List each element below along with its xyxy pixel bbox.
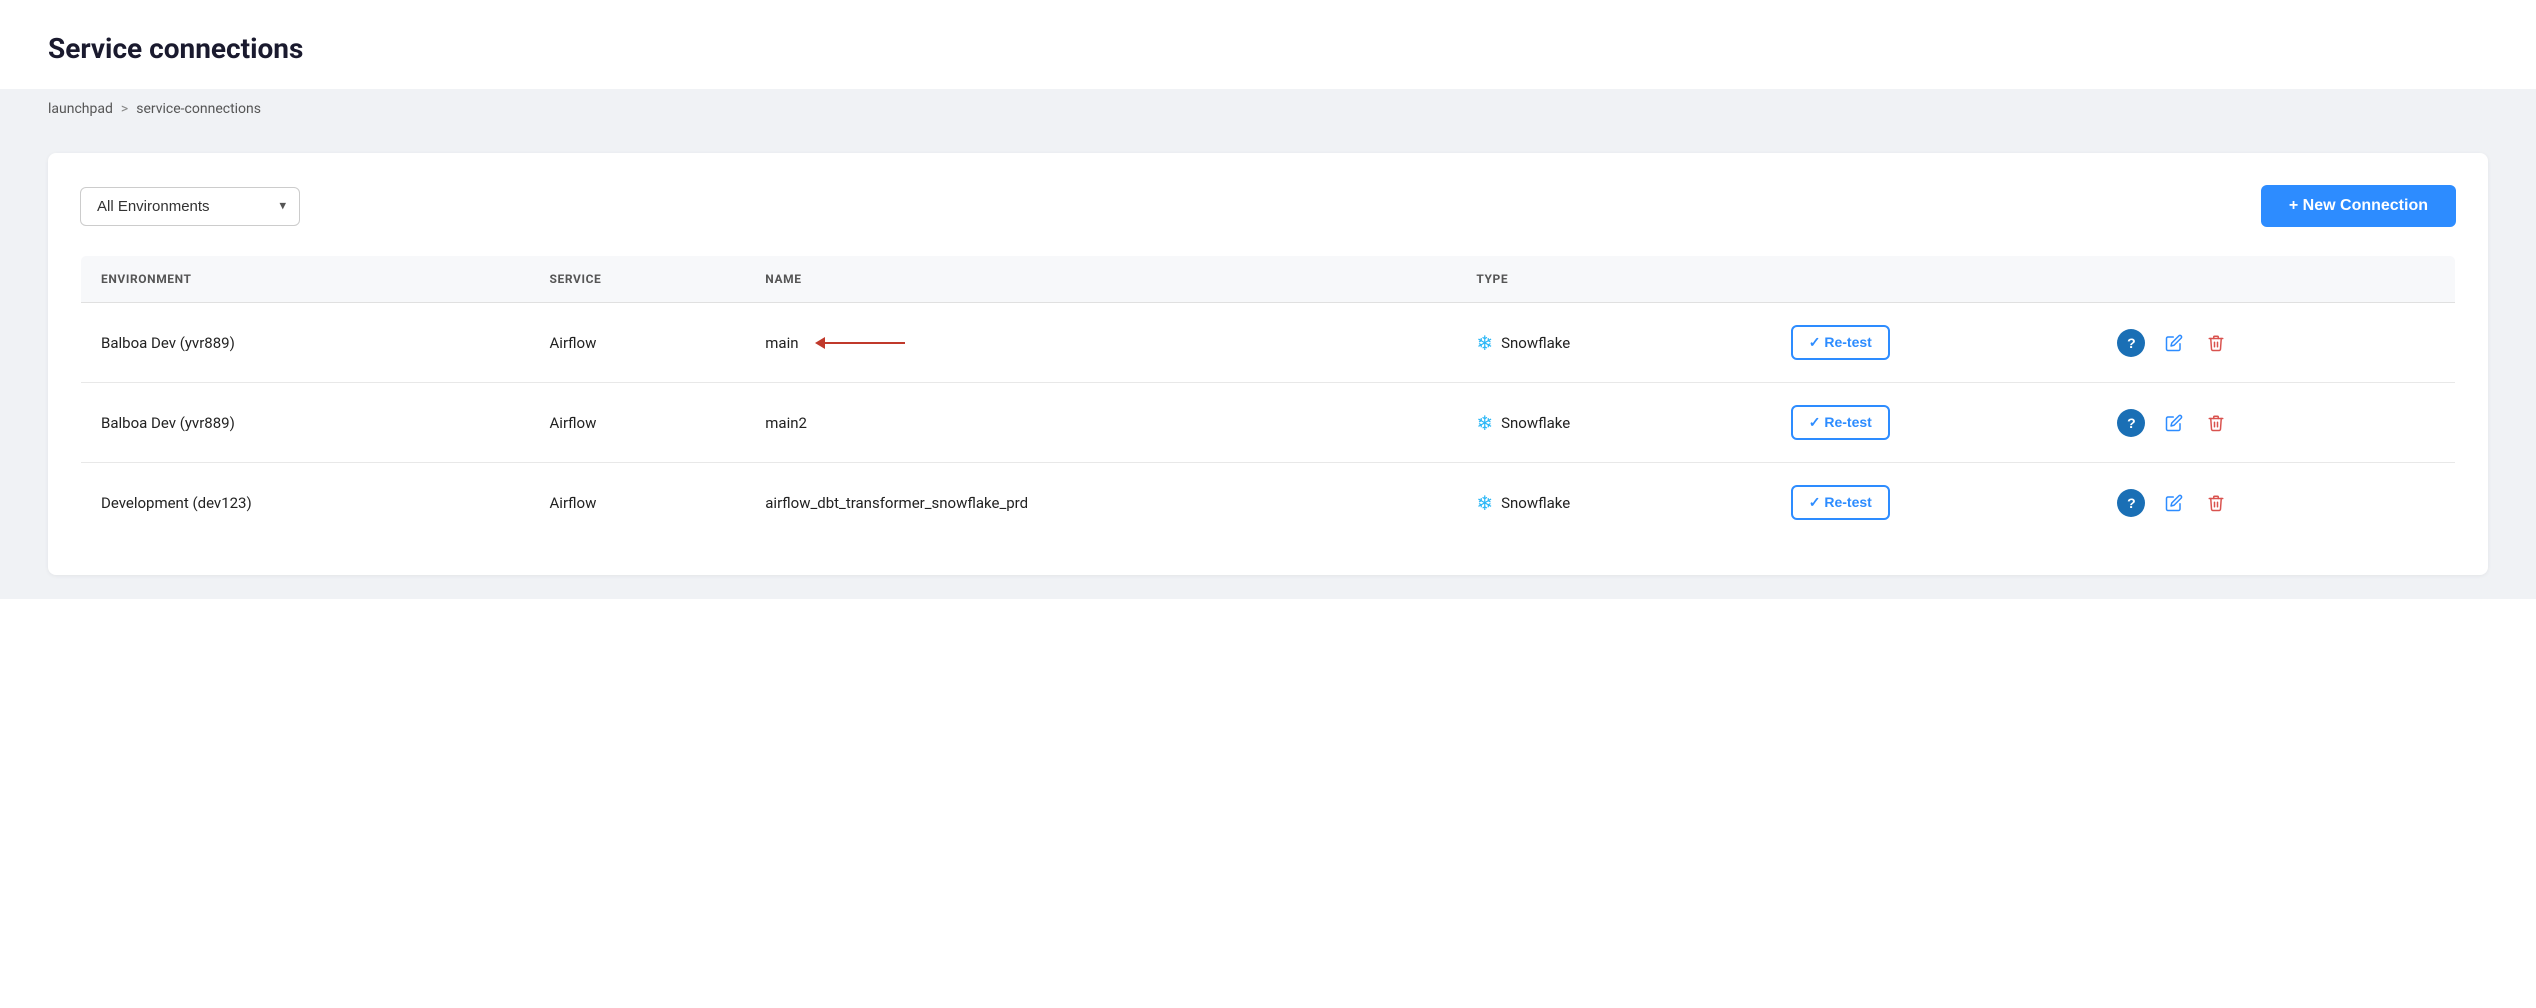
breadcrumb-parent[interactable]: launchpad <box>48 101 113 117</box>
connection-name-label: main <box>765 334 798 352</box>
help-button[interactable]: ? <box>2117 409 2145 437</box>
cell-service: Airflow <box>530 383 746 463</box>
table-row: Development (dev123) Airflow airflow_dbt… <box>81 463 2456 543</box>
cell-service: Airflow <box>530 463 746 543</box>
cell-name: main <box>745 303 1456 383</box>
cell-environment: Balboa Dev (yvr889) <box>81 383 530 463</box>
cell-name: airflow_dbt_transformer_snowflake_prd <box>745 463 1456 543</box>
type-label: Snowflake <box>1501 414 1570 432</box>
cell-retest[interactable]: ✓ Re-test <box>1771 303 2098 383</box>
arrow-head-icon <box>815 337 825 349</box>
cell-environment: Balboa Dev (yvr889) <box>81 303 530 383</box>
env-select[interactable]: All Environments Balboa Dev (yvr889) Dev… <box>80 187 300 226</box>
env-filter[interactable]: All Environments Balboa Dev (yvr889) Dev… <box>80 187 300 226</box>
delete-button[interactable] <box>2203 330 2229 356</box>
breadcrumb: launchpad > service-connections <box>0 89 2536 129</box>
cell-row-actions: ? <box>2097 303 2455 383</box>
cell-name: main2 <box>745 383 1456 463</box>
help-button[interactable]: ? <box>2117 329 2145 357</box>
cell-row-actions: ? <box>2097 463 2455 543</box>
edit-button[interactable] <box>2161 490 2187 516</box>
cell-type: ❄ Snowflake <box>1456 383 1770 463</box>
edit-button[interactable] <box>2161 330 2187 356</box>
type-label: Snowflake <box>1501 334 1570 352</box>
toolbar: All Environments Balboa Dev (yvr889) Dev… <box>80 185 2456 227</box>
edit-button[interactable] <box>2161 410 2187 436</box>
cell-retest[interactable]: ✓ Re-test <box>1771 383 2098 463</box>
page-title: Service connections <box>48 32 2488 65</box>
col-header-service: SERVICE <box>530 256 746 303</box>
retest-button[interactable]: ✓ Re-test <box>1791 325 1890 360</box>
table-row: Balboa Dev (yvr889) Airflow main <box>81 303 2456 383</box>
retest-button[interactable]: ✓ Re-test <box>1791 405 1890 440</box>
col-header-type: TYPE <box>1456 256 1770 303</box>
col-header-environment: ENVIRONMENT <box>81 256 530 303</box>
arrow-shaft <box>825 342 905 344</box>
delete-button[interactable] <box>2203 410 2229 436</box>
new-connection-button[interactable]: + New Connection <box>2261 185 2456 227</box>
retest-button[interactable]: ✓ Re-test <box>1791 485 1890 520</box>
snowflake-icon: ❄ <box>1476 491 1493 515</box>
cell-retest[interactable]: ✓ Re-test <box>1771 463 2098 543</box>
col-header-name: NAME <box>745 256 1456 303</box>
cell-type: ❄ Snowflake <box>1456 463 1770 543</box>
col-header-actions <box>1771 256 2098 303</box>
cell-type: ❄ Snowflake <box>1456 303 1770 383</box>
table-row: Balboa Dev (yvr889) Airflow main2 ❄ Snow… <box>81 383 2456 463</box>
help-button[interactable]: ? <box>2117 489 2145 517</box>
connections-table: ENVIRONMENT SERVICE NAME TYPE Balboa Dev… <box>80 255 2456 543</box>
cell-service: Airflow <box>530 303 746 383</box>
cell-row-actions: ? <box>2097 383 2455 463</box>
col-header-icons <box>2097 256 2455 303</box>
type-label: Snowflake <box>1501 494 1570 512</box>
delete-button[interactable] <box>2203 490 2229 516</box>
breadcrumb-separator: > <box>121 101 128 117</box>
table-header-row: ENVIRONMENT SERVICE NAME TYPE <box>81 256 2456 303</box>
breadcrumb-current: service-connections <box>136 101 261 117</box>
snowflake-icon: ❄ <box>1476 411 1493 435</box>
snowflake-icon: ❄ <box>1476 331 1493 355</box>
arrow-annotation <box>815 337 905 349</box>
cell-environment: Development (dev123) <box>81 463 530 543</box>
